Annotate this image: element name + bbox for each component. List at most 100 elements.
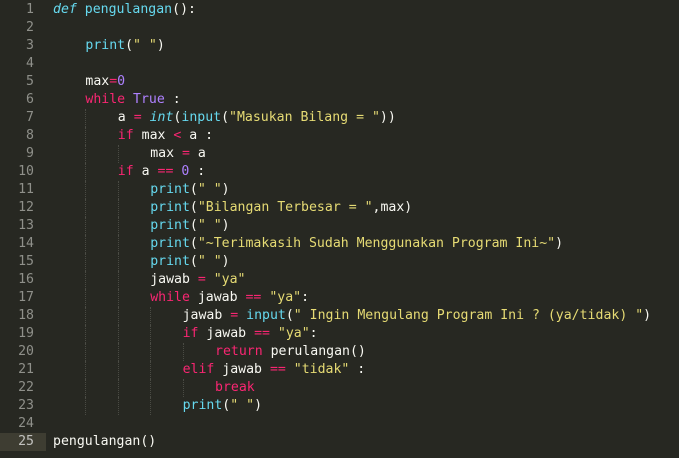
code-line[interactable]: 20 return perulangan() <box>0 342 679 361</box>
code-text[interactable]: print(" ") <box>85 37 164 55</box>
code-text[interactable]: if max < a : <box>118 127 213 145</box>
code-token: max <box>150 145 182 161</box>
indent-guide <box>150 306 152 325</box>
code-text[interactable]: break <box>215 379 255 397</box>
code-token: "ya" <box>269 289 302 305</box>
code-token: a <box>133 163 158 179</box>
line-number: 24 <box>18 415 34 431</box>
code-token: input <box>246 307 286 323</box>
code-token: ( <box>189 217 198 233</box>
indent-guide <box>85 306 87 325</box>
code-token: print <box>150 253 190 269</box>
code-line[interactable]: 16 jawab = "ya" <box>0 270 679 289</box>
code-token: a <box>117 109 134 125</box>
code-text[interactable]: while True : <box>85 91 180 109</box>
code-token: break <box>215 379 255 395</box>
code-line[interactable]: 4 <box>0 55 679 73</box>
line-number: 15 <box>18 253 34 269</box>
code-line[interactable]: 3 print(" ") <box>0 37 679 55</box>
code-text[interactable]: pengulangan() <box>53 433 156 451</box>
code-token: " Ingin Mengulang Program Ini ? (ya/tida… <box>293 307 644 323</box>
code-text[interactable]: print("~Terimakasih Sudah Menggunakan Pr… <box>150 235 563 253</box>
code-line[interactable]: 6 while True : <box>0 91 679 109</box>
code-line[interactable]: 1 def pengulangan(): <box>0 1 679 19</box>
indent-guide <box>85 108 87 127</box>
code-text[interactable]: if a == 0 : <box>118 163 205 181</box>
code-token: jawab <box>214 361 270 377</box>
code-token: a : <box>181 127 214 143</box>
code-line[interactable]: 5 max=0 <box>0 73 679 91</box>
indent-guide <box>117 234 119 253</box>
indent-guide <box>117 360 119 379</box>
code-text[interactable]: jawab = "ya" <box>150 271 245 289</box>
code-line[interactable]: 8 if max < a : <box>0 126 679 145</box>
indent-guide <box>117 180 119 199</box>
code-line[interactable]: 14 print("~Terimakasih Sudah Menggunakan … <box>0 234 679 253</box>
line-number: 17 <box>18 289 34 305</box>
code-text[interactable]: print(" ") <box>150 217 229 235</box>
code-line[interactable]: 9 max = a <box>0 144 679 163</box>
code-text[interactable]: return perulangan() <box>215 343 366 361</box>
indent-guide <box>117 306 119 325</box>
code-line[interactable]: 7a = int(input("Masukan Bilang = ")) <box>0 108 679 127</box>
line-number: 6 <box>26 91 34 107</box>
code-line[interactable]: 23 print(" ") <box>0 396 679 415</box>
code-token: " " <box>133 37 157 53</box>
code-token: int <box>149 109 174 125</box>
code-line[interactable]: 10 if a == 0 : <box>0 162 679 181</box>
code-text[interactable]: a = int(input("Masukan Bilang = ")) <box>118 109 396 127</box>
line-number: 22 <box>18 379 34 395</box>
code-line[interactable]: 13 print(" ") <box>0 216 679 235</box>
code-token: "Bilangan Terbesar = " <box>197 199 373 215</box>
code-token: " " <box>197 217 222 233</box>
code-line[interactable]: 12 print("Bilangan Terbesar = ",max) <box>0 198 679 217</box>
code-text[interactable]: elif jawab == "tidak" : <box>183 361 366 379</box>
code-line[interactable]: 21 elif jawab == "tidak" : <box>0 360 679 379</box>
code-text[interactable]: print(" ") <box>150 253 229 271</box>
code-text[interactable]: if jawab == "ya": <box>183 325 318 343</box>
code-line[interactable]: 25 pengulangan() <box>0 432 679 451</box>
line-number: 25 <box>0 432 46 451</box>
code-token: elif <box>182 361 215 377</box>
code-token: pengulangan <box>84 1 173 17</box>
indent-guide <box>85 162 87 181</box>
indent-guide <box>150 342 152 361</box>
code-token: "Masukan Bilang = " <box>229 109 380 125</box>
code-text[interactable]: max=0 <box>85 73 125 91</box>
code-text[interactable]: print(" ") <box>183 397 262 415</box>
code-text[interactable]: while jawab == "ya": <box>150 289 309 307</box>
code-line[interactable]: 11 print(" ") <box>0 180 679 199</box>
code-text[interactable]: print("Bilangan Terbesar = ",max) <box>150 199 412 217</box>
indent-guide <box>117 378 119 397</box>
code-line[interactable]: 2 <box>0 19 679 37</box>
code-token: ( <box>189 181 198 197</box>
code-text[interactable]: max = a <box>150 145 206 163</box>
code-line[interactable]: 19 if jawab == "ya": <box>0 324 679 343</box>
code-token: : <box>164 91 181 107</box>
code-text[interactable]: print(" ") <box>150 181 229 199</box>
code-line[interactable]: 15 print(" ") <box>0 252 679 271</box>
code-line[interactable]: 17 while jawab == "ya": <box>0 288 679 307</box>
indent-guide <box>85 396 87 415</box>
code-token: ( <box>285 307 294 323</box>
code-token: if <box>117 127 134 143</box>
code-token: True <box>133 91 165 107</box>
code-token: print <box>150 235 190 251</box>
code-token: ) <box>221 181 230 197</box>
code-token: = <box>230 307 239 323</box>
line-number: 19 <box>18 325 34 341</box>
code-line[interactable]: 24 <box>0 415 679 433</box>
line-number: 18 <box>18 307 34 323</box>
code-editor[interactable]: 1 def pengulangan(): 2 3 print(" ") 4 5 max=0 6 w… <box>0 0 679 458</box>
code-text[interactable]: jawab = input(" Ingin Mengulang Program … <box>183 307 652 325</box>
indent-guide <box>150 396 152 415</box>
code-line[interactable]: 22 break <box>0 378 679 397</box>
code-token: ) <box>221 253 230 269</box>
indent-guide <box>85 234 87 253</box>
code-token: = <box>181 145 190 161</box>
code-text[interactable]: def pengulangan(): <box>53 1 196 19</box>
line-number: 11 <box>18 181 34 197</box>
code-line[interactable]: 18 jawab = input(" Ingin Mengulang Progra… <box>0 306 679 325</box>
